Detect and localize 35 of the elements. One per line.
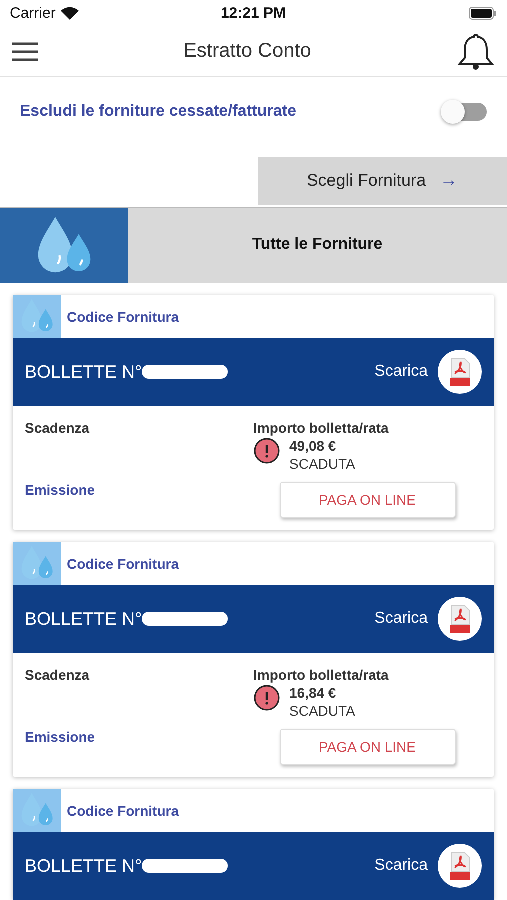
download-link[interactable]: Scarica <box>374 363 428 381</box>
supply-code-label: Codice Fornitura <box>67 308 180 324</box>
issue-label: Emissione <box>25 482 96 500</box>
screen-title: Estratto Conto <box>184 40 312 64</box>
download-link[interactable]: Scarica <box>374 610 428 628</box>
pay-online-button[interactable]: PAGA ON LINE <box>280 729 456 765</box>
wifi-icon <box>60 7 79 20</box>
issue-label: Emissione <box>25 729 96 747</box>
choose-supply-button[interactable]: Scegli Fornitura → <box>258 156 507 205</box>
amount-label: Importo bolletta/rata <box>254 420 390 436</box>
menu-icon[interactable] <box>12 42 38 62</box>
bill-title: BOLLETTE N° <box>25 608 142 630</box>
amount-value: 49,08 € <box>290 438 338 454</box>
due-label: Scadenza <box>25 420 91 438</box>
carrier-label: Carrier <box>10 5 56 22</box>
due-label: Scadenza <box>25 667 91 685</box>
bill-title: BOLLETTE N° <box>25 856 142 876</box>
filter-label: Escludi le forniture cessate/fatturate <box>20 102 297 121</box>
pdf-icon[interactable] <box>438 597 482 641</box>
download-link[interactable]: Scarica <box>374 857 428 875</box>
filter-switch[interactable] <box>443 102 487 121</box>
supply-code-label: Codice Fornitura <box>67 802 180 818</box>
all-supplies-label: Tutte le Forniture <box>252 236 383 254</box>
status-label: SCADUTA <box>290 703 356 719</box>
bill-title: BOLLETTE N° <box>25 362 142 382</box>
pay-online-button[interactable]: PAGA ON LINE <box>280 482 456 518</box>
pdf-icon[interactable] <box>438 844 482 888</box>
bell-icon[interactable] <box>457 32 495 72</box>
clock-time: 12:21 PM <box>220 5 286 22</box>
supply-code-label: Codice Fornitura <box>67 556 180 572</box>
status-label: SCADUTA <box>290 456 356 472</box>
amount-label: Importo bolletta/rata <box>254 667 390 683</box>
pdf-icon[interactable] <box>438 350 482 394</box>
battery-icon <box>468 7 497 20</box>
amount-value: 16,84 € <box>290 685 338 701</box>
